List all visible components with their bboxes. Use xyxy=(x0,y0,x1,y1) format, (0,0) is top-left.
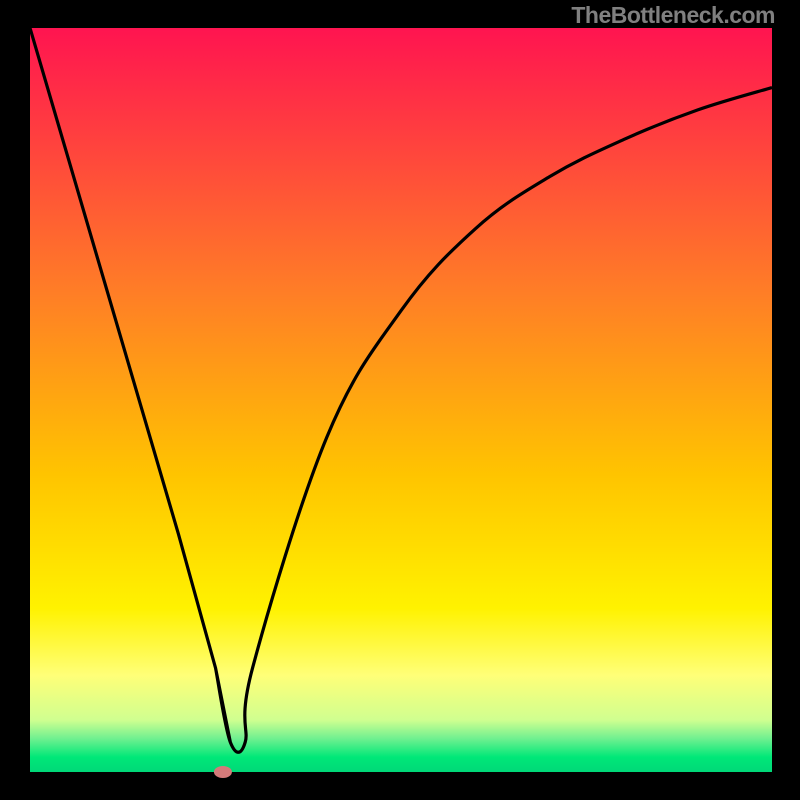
bottleneck-chart xyxy=(0,0,800,800)
chart-container: TheBottleneck.com xyxy=(0,0,800,800)
plot-background xyxy=(30,28,772,772)
attribution-text: TheBottleneck.com xyxy=(571,2,775,29)
minimum-point-marker xyxy=(214,766,232,778)
